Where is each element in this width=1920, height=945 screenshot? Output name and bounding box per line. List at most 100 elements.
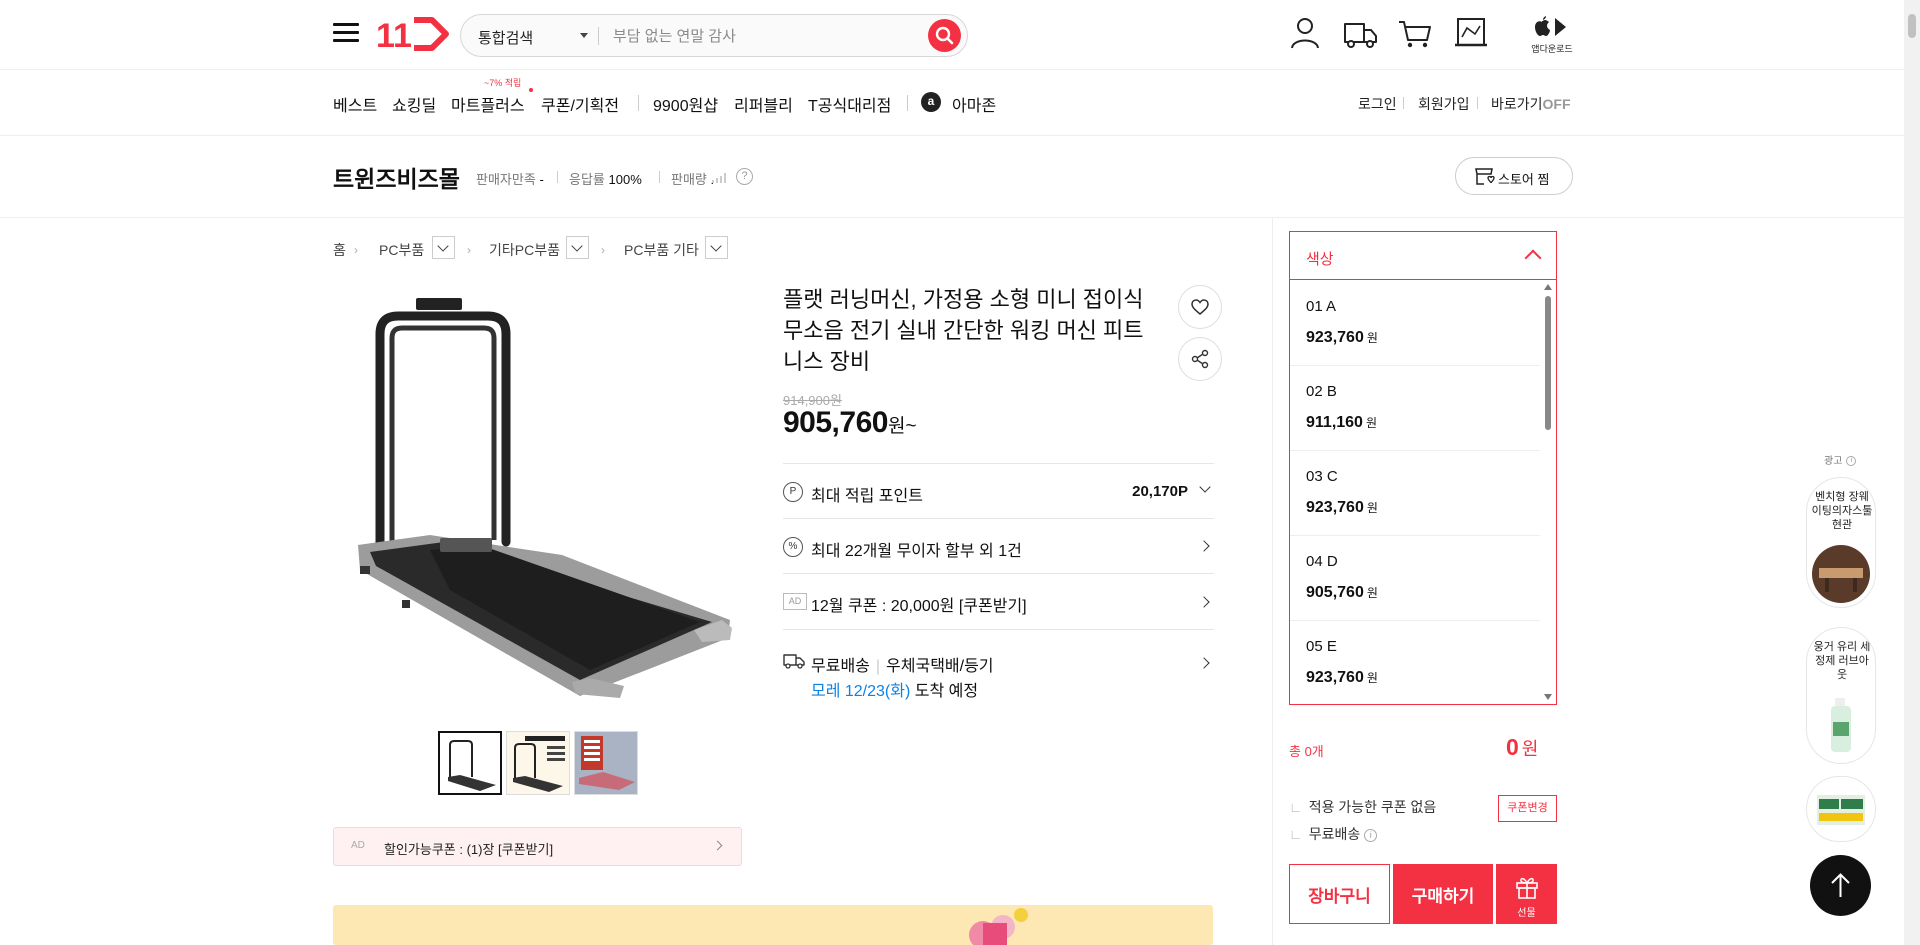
sale-price-unit: 원~ [887, 416, 917, 437]
breadcrumb-dropdown[interactable] [705, 236, 728, 259]
store-bar: 트윈즈비즈몰 판매자만족 - 응답률 100% 판매량 . ? 스토어 찜 [0, 136, 1920, 218]
december-coupon-row[interactable]: AD 12월 쿠폰 : 20,000원 [쿠폰받기] [783, 573, 1214, 629]
nav-coupon-events[interactable]: 쿠폰/기획전 [541, 92, 619, 116]
search-scope-select[interactable]: 통합검색 [478, 27, 533, 48]
scroll-down-icon[interactable] [1544, 694, 1552, 700]
login-link[interactable]: 로그인 [1358, 94, 1397, 114]
ad-label: 광고 i [1824, 452, 1857, 467]
option-item[interactable]: 05 E 923,760 원 [1290, 621, 1540, 706]
nav-amazon[interactable]: 아마존 [952, 92, 996, 116]
nav-mart-plus[interactable]: 마트플러스 [451, 92, 525, 116]
thumbnail-3[interactable] [574, 731, 638, 795]
breadcrumb-dropdown[interactable] [566, 236, 589, 259]
scroll-to-top-button[interactable] [1810, 855, 1871, 916]
add-to-cart-button[interactable]: 장바구니 [1289, 864, 1390, 924]
my-account-icon[interactable] [1287, 14, 1323, 52]
nav-refurbly[interactable]: 리퍼블리 [734, 92, 793, 116]
breadcrumb-separator-icon: › [354, 243, 358, 257]
signup-link[interactable]: 회원가입 [1418, 94, 1470, 114]
gift-balloon-image [969, 908, 1028, 945]
quick-view-label: 바로가기 [1491, 96, 1543, 112]
side-ad-card[interactable]: 웅거 유리 세정제 러브아웃 [1806, 627, 1876, 764]
delivery-truck-icon[interactable] [1342, 14, 1378, 52]
thumbnail-2[interactable] [506, 731, 570, 795]
product-main-image[interactable] [340, 290, 740, 700]
option-scrollbar[interactable] [1542, 280, 1556, 704]
discount-coupon-strip[interactable]: AD 할인가능쿠폰 : (1)장 [쿠폰받기] [333, 827, 742, 866]
store-name[interactable]: 트윈즈비즈몰 [333, 160, 460, 194]
util-divider [1477, 97, 1478, 109]
wishlist-button[interactable] [1178, 285, 1222, 329]
promo-banner[interactable] [333, 905, 1213, 945]
breadcrumb-pc-parts[interactable]: PC부품 [379, 240, 424, 260]
page-scrollbar[interactable] [1904, 0, 1920, 945]
app-download-button[interactable]: 앱다운로드 [1528, 14, 1576, 54]
cart-icon[interactable] [1397, 14, 1433, 52]
scroll-up-icon[interactable] [1544, 284, 1552, 290]
nav-shocking-deal[interactable]: 쇼킹딜 [392, 92, 436, 116]
option-item[interactable]: 01 A 923,760 원 [1290, 281, 1540, 366]
delivery-row[interactable]: 무료배송 | 우체국택배/등기 모레 12/23(화) 도착 예정 [783, 629, 1214, 709]
search-input[interactable] [613, 25, 913, 47]
recent-view-icon[interactable] [1453, 14, 1489, 52]
installment-row[interactable]: % 최대 22개월 무이자 할부 외 1건 [783, 518, 1214, 573]
side-ad-title: 웅거 유리 세정제 러브아웃 [1813, 641, 1871, 681]
store-favorite-button[interactable]: 스토어 찜 [1455, 157, 1573, 195]
11st-logo[interactable]: 11 [376, 14, 450, 54]
share-button[interactable] [1178, 337, 1222, 381]
amazon-icon[interactable]: a [921, 92, 941, 112]
side-ad-card[interactable]: 벤치형 장웨이팅의자스툴 현관 [1806, 477, 1876, 608]
nav-9900-shop[interactable]: 9900원샵 [653, 92, 718, 116]
search-bar: 통합검색 [460, 14, 968, 57]
option-item[interactable]: 03 C 923,760 원 [1290, 451, 1540, 536]
side-ad-title: 벤치형 장웨이팅의자스툴 현관 [1811, 491, 1873, 531]
share-icon [1191, 349, 1209, 369]
chevron-right-icon [1198, 657, 1210, 669]
chevron-up-icon [1524, 249, 1542, 267]
breadcrumb-separator-icon: › [601, 243, 605, 257]
coupon-change-button[interactable]: 쿠폰변경 [1498, 795, 1557, 822]
info-icon[interactable]: i [1364, 828, 1378, 842]
nav-t-official[interactable]: T공식대리점 [808, 92, 891, 116]
side-ad-image [1831, 698, 1851, 752]
coupon-status: ∟ 적용 가능한 쿠폰 없음 [1289, 799, 1437, 815]
store-favorite-label: 스토어 찜 [1498, 172, 1550, 187]
nav-divider [907, 95, 908, 111]
help-icon[interactable]: ? [736, 168, 753, 185]
mart-plus-badge: ~7% 적립 [484, 78, 522, 88]
option-price: 911,160 원 [1306, 414, 1377, 431]
top-header: 11 통합검색 앱다운로드 [0, 0, 1920, 70]
thumbnail-image [575, 732, 637, 794]
logo-text: 11 [376, 17, 412, 54]
gift-button[interactable]: 선물 [1496, 864, 1557, 924]
breadcrumb-other-pc-parts[interactable]: 기타PC부품 [489, 240, 560, 260]
info-icon[interactable]: i [1846, 456, 1857, 467]
util-divider [1403, 97, 1404, 109]
total-count: 총 0개 [1289, 744, 1324, 759]
total-price: 0원 [1506, 734, 1539, 760]
scroll-thumb[interactable] [1545, 296, 1551, 430]
breadcrumb-home[interactable]: 홈 [333, 240, 346, 260]
breadcrumb-dropdown[interactable] [432, 236, 455, 259]
response-rate: 응답률 100% [569, 172, 642, 187]
quick-view-toggle[interactable]: 바로가기OFF [1491, 94, 1571, 114]
option-item[interactable]: 04 D 905,760 원 [1290, 536, 1540, 621]
buy-now-button[interactable]: 구매하기 [1393, 864, 1493, 924]
thumbnail-1[interactable] [438, 731, 502, 795]
side-ad-card[interactable] [1806, 776, 1876, 842]
page-scroll-thumb[interactable] [1908, 14, 1916, 38]
global-nav: 베스트 쇼킹딜 ~7% 적립 마트플러스 쿠폰/기획전 9900원샵 리퍼블리 … [0, 70, 1920, 136]
option-header[interactable]: 색상 [1290, 232, 1556, 280]
gift-icon [1516, 877, 1538, 899]
max-points-row[interactable]: P 최대 적립 포인트 20,170P [783, 463, 1214, 518]
sales-volume: 판매량 . [671, 172, 714, 187]
search-button[interactable] [928, 19, 961, 52]
nav-best[interactable]: 베스트 [333, 92, 377, 116]
menu-icon[interactable] [333, 21, 361, 45]
seller-satisfaction: 판매자만족 - [476, 172, 544, 187]
option-dropdown: 색상 01 A 923,760 원 02 B 911,160 원 03 C 923,… [1289, 231, 1557, 705]
search-icon [935, 26, 954, 45]
breadcrumb-pc-parts-etc[interactable]: PC부품 기타 [624, 240, 699, 260]
option-item[interactable]: 02 B 911,160 원 [1290, 366, 1540, 451]
chevron-down-icon[interactable] [580, 33, 588, 38]
